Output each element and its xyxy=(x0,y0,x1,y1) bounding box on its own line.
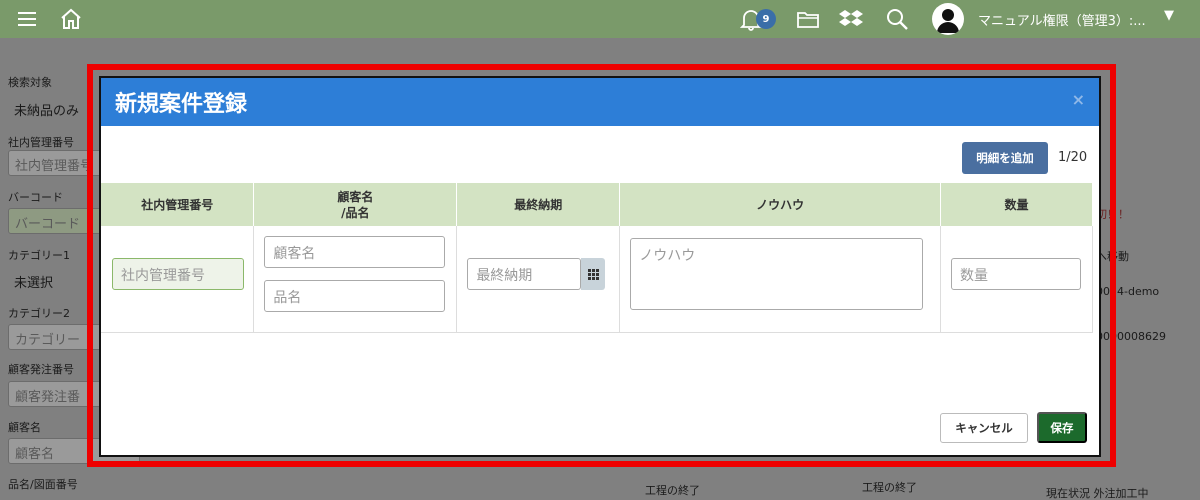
modal-header: 新規案件登録 × xyxy=(101,78,1099,126)
user-avatar-icon[interactable] xyxy=(932,3,964,35)
cell-internal-no: 社内管理番号 xyxy=(101,226,255,333)
hamburger-menu-icon[interactable] xyxy=(14,6,40,32)
quantity-input[interactable]: 数量 xyxy=(951,258,1082,290)
column-header-knowhow: ノウハウ xyxy=(619,183,942,226)
bg-label-order-no: 顧客発注番号 xyxy=(8,363,74,376)
cell-knowhow: ノウハウ xyxy=(619,226,942,333)
table-row: 社内管理番号 顧客名 品名 最終納期 ノウハウ 数量 xyxy=(101,226,1093,333)
caret-down-icon[interactable]: ▼ xyxy=(1164,8,1174,23)
column-header-customer-product: 顧客名 /品名 xyxy=(253,183,458,226)
search-icon[interactable] xyxy=(884,6,910,32)
bg-label-barcode: バーコード xyxy=(8,191,63,204)
page-count: 1/20 xyxy=(1058,150,1088,165)
column-header-quantity: 数量 xyxy=(940,183,1093,226)
column-header-deadline: 最終納期 xyxy=(456,183,621,226)
notification-badge[interactable]: 9 xyxy=(756,9,776,29)
bg-label-product: 品名/図面番号 xyxy=(8,478,78,491)
internal-no-input[interactable]: 社内管理番号 xyxy=(112,258,244,290)
user-name[interactable]: マニュアル権限（管理3）:... xyxy=(978,10,1146,29)
product-name-input[interactable]: 品名 xyxy=(264,280,446,312)
folder-icon[interactable] xyxy=(795,6,821,32)
bg-bottom-step-end-1: 工程の終了 xyxy=(645,484,700,497)
modal-title: 新規案件登録 xyxy=(115,92,248,117)
top-navigation-bar: 9 マニュアル権限（管理3）:... ▼ xyxy=(0,0,1200,38)
home-icon[interactable] xyxy=(58,6,84,32)
bg-label-customer: 顧客名 xyxy=(8,421,41,434)
cell-quantity: 数量 xyxy=(940,226,1093,333)
knowhow-textarea[interactable]: ノウハウ xyxy=(630,238,924,310)
cell-deadline: 最終納期 xyxy=(456,226,621,333)
cell-customer-product: 顧客名 品名 xyxy=(253,226,458,333)
deadline-input[interactable]: 最終納期 xyxy=(467,258,582,290)
bg-bottom-step-end-2: 工程の終了 xyxy=(862,481,917,494)
add-detail-button[interactable]: 明細を追加 xyxy=(962,142,1048,174)
customer-name-input[interactable]: 顧客名 xyxy=(264,236,446,268)
calendar-icon[interactable] xyxy=(581,258,606,290)
table-header-row: 社内管理番号 顧客名 /品名 最終納期 ノウハウ 数量 xyxy=(101,183,1093,226)
bg-label-search-target: 検索対象 xyxy=(8,76,52,89)
close-icon[interactable]: × xyxy=(1072,90,1085,109)
bg-right-status: 現在状況 外注加工中 xyxy=(1046,487,1149,500)
detail-table: 社内管理番号 顧客名 /品名 最終納期 ノウハウ 数量 社内管理番号 顧客名 品… xyxy=(101,183,1093,333)
bg-label-category2: カテゴリー2 xyxy=(8,307,70,320)
column-header-internal-no: 社内管理番号 xyxy=(101,183,255,226)
cancel-button[interactable]: キャンセル xyxy=(940,413,1028,443)
bg-label-category1: カテゴリー1 xyxy=(8,249,70,262)
save-button[interactable]: 保存 xyxy=(1037,412,1087,443)
new-project-modal: 新規案件登録 × 明細を追加 1/20 社内管理番号 顧客名 /品名 最終納期 … xyxy=(99,76,1101,457)
bg-label-internal-no: 社内管理番号 xyxy=(8,136,74,149)
dropbox-icon[interactable] xyxy=(838,6,864,32)
